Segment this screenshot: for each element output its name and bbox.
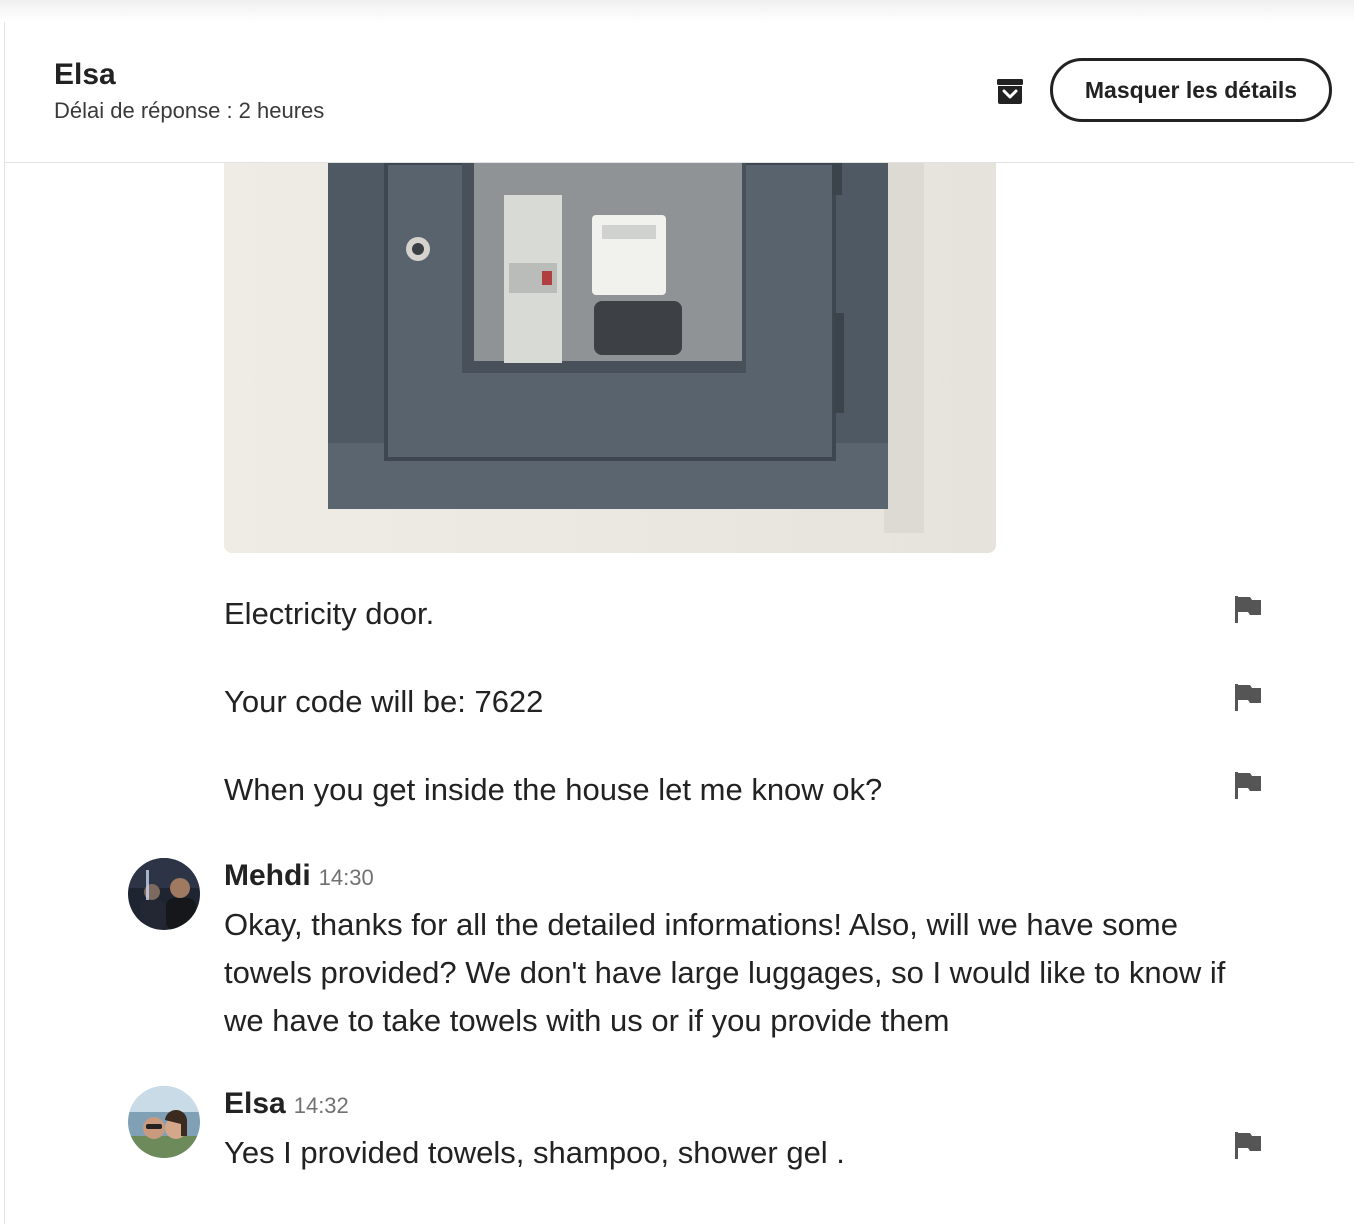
electricity-cabinet-image [224, 163, 996, 553]
conversation-header: Elsa Délai de réponse : 2 heures Masquer… [5, 22, 1354, 163]
hide-details-button[interactable]: Masquer les détails [1050, 58, 1332, 122]
flag-icon[interactable] [1231, 681, 1263, 713]
message-photo[interactable] [224, 163, 996, 553]
sender-name: Mehdi [224, 859, 311, 892]
host-name: Elsa [54, 58, 116, 91]
message-time: 14:32 [293, 1093, 349, 1118]
message-sender: Mehdi 14:30 [224, 859, 374, 893]
message-text: Yes I provided towels, shampoo, shower g… [224, 1135, 845, 1170]
message-time: 14:30 [318, 865, 374, 890]
archive-icon[interactable] [993, 74, 1027, 108]
panel-divider [4, 22, 5, 1224]
top-shadow [0, 0, 1354, 22]
message-text: Okay, thanks for all the detailed inform… [224, 907, 1226, 1038]
message-line: When you get inside the house let me kno… [224, 772, 883, 807]
flag-icon[interactable] [1231, 593, 1263, 625]
message-sender: Elsa 14:32 [224, 1087, 349, 1121]
flag-icon[interactable] [1231, 1129, 1263, 1161]
message-line: Electricity door. [224, 596, 435, 631]
avatar[interactable] [128, 1086, 200, 1158]
flag-icon[interactable] [1231, 769, 1263, 801]
avatar[interactable] [128, 858, 200, 930]
response-time: Délai de réponse : 2 heures [54, 98, 325, 123]
message-line: Your code will be: 7622 [224, 684, 544, 719]
sender-name: Elsa [224, 1087, 286, 1120]
